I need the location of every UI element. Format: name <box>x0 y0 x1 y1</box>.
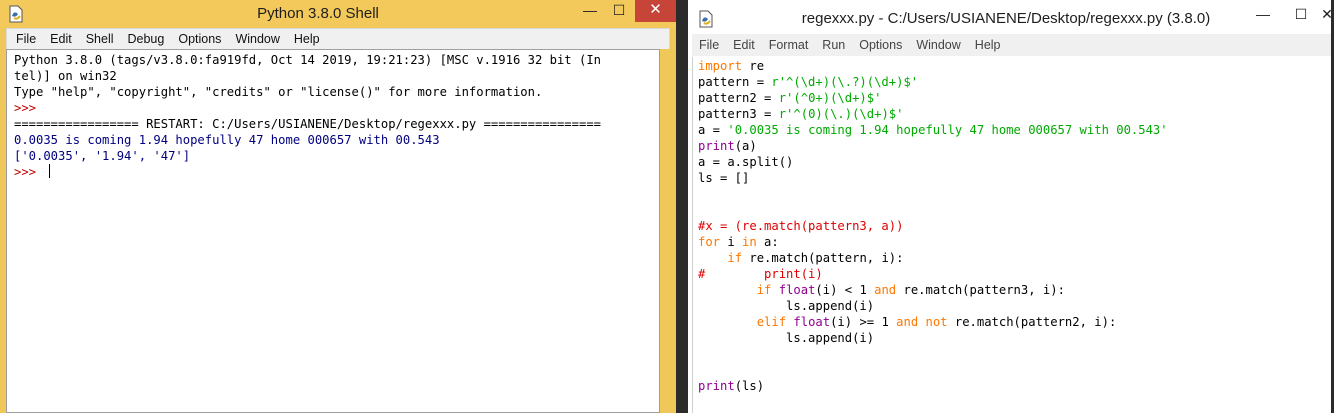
keyword: not <box>925 315 948 329</box>
menu-debug[interactable]: Debug <box>121 32 172 46</box>
editor-titlebar[interactable]: regexxx.py - C:/Users/USIANENE/Desktop/r… <box>688 0 1334 34</box>
string-literal: '0.0035 is coming 1.94 hopefully 47 home… <box>727 123 1168 137</box>
builtin: float <box>793 315 831 329</box>
code-text: re <box>742 59 765 73</box>
restart-line: ================= RESTART: C:/Users/USIA… <box>14 117 601 131</box>
builtin: print <box>698 379 735 393</box>
code-text: (a) <box>734 139 757 153</box>
window-gap <box>676 0 688 413</box>
keyword: import <box>698 59 743 73</box>
code-text: pattern = <box>698 75 772 89</box>
menu-options[interactable]: Options <box>852 38 909 52</box>
menu-window[interactable]: Window <box>909 38 967 52</box>
menu-edit[interactable]: Edit <box>43 32 79 46</box>
string-literal: r'^(0)(\.)(\d+)$' <box>778 107 904 121</box>
menu-file[interactable]: File <box>9 32 43 46</box>
menu-shell[interactable]: Shell <box>79 32 121 46</box>
code-text: ls.append(i) <box>698 299 875 313</box>
shell-window: Python 3.8.0 Shell — ☐ ✕ File Edit Shell… <box>0 0 676 413</box>
menu-options[interactable]: Options <box>171 32 228 46</box>
code-text: ls.append(i) <box>698 331 875 345</box>
code-text: (ls) <box>734 379 765 393</box>
code-text: a = a.split() <box>698 155 794 169</box>
code-text: a = <box>698 123 728 137</box>
editor-title: regexxx.py - C:/Users/USIANENE/Desktop/r… <box>801 10 1211 27</box>
menu-help[interactable]: Help <box>287 32 327 46</box>
minimize-button[interactable]: — <box>575 0 605 22</box>
code-text: ls = [] <box>698 171 750 185</box>
builtin: float <box>778 283 816 297</box>
code-text: (i) < 1 <box>815 283 875 297</box>
keyword: in <box>742 235 757 249</box>
maximize-button[interactable]: ☐ <box>1286 4 1316 26</box>
string-literal: r'^(\d+)(\.?)(\d+)$' <box>771 75 919 89</box>
shell-banner-line: Type "help", "copyright", "credits" or "… <box>14 85 543 99</box>
code-text: a: <box>756 235 779 249</box>
shell-titlebar[interactable]: Python 3.8.0 Shell — ☐ ✕ <box>0 0 676 28</box>
keyword: if <box>756 283 772 297</box>
menu-window[interactable]: Window <box>228 32 286 46</box>
keyword: for <box>698 235 721 249</box>
code-editor-area[interactable]: import re pattern = r'^(\d+)(\.?)(\d+)$'… <box>692 57 1334 413</box>
menu-help[interactable]: Help <box>968 38 1008 52</box>
menu-edit[interactable]: Edit <box>726 38 762 52</box>
code-text: pattern3 = <box>698 107 779 121</box>
minimize-button[interactable]: — <box>1248 4 1278 26</box>
comment: #x = (re.match(pattern3, a)) <box>698 219 904 233</box>
keyword: and <box>874 283 897 297</box>
code-text: pattern2 = <box>698 91 779 105</box>
menu-run[interactable]: Run <box>815 38 852 52</box>
keyword: if <box>727 251 743 265</box>
shell-banner-line: Python 3.8.0 (tags/v3.8.0:fa919fd, Oct 1… <box>14 53 601 67</box>
code-text: i <box>720 235 743 249</box>
close-button[interactable]: ✕ <box>635 0 676 22</box>
output-line: ['0.0035', '1.94', '47'] <box>14 149 191 163</box>
menu-format[interactable]: Format <box>762 38 816 52</box>
keyword: elif <box>756 315 787 329</box>
shell-banner-line: tel)] on win32 <box>14 69 117 83</box>
builtin: print <box>698 139 735 153</box>
shell-prompt: >>> <box>14 101 44 115</box>
keyword: and <box>896 315 919 329</box>
string-literal: r'(^0+)(\d+)$' <box>778 91 882 105</box>
code-text: re.match(pattern, i): <box>742 251 904 265</box>
menu-file[interactable]: File <box>692 38 726 52</box>
text-cursor <box>49 164 51 178</box>
comment: # print(i) <box>698 267 823 281</box>
code-text: (i) >= 1 <box>830 315 897 329</box>
code-text: re.match(pattern3, i): <box>896 283 1065 297</box>
code-text: re.match(pattern2, i): <box>947 315 1117 329</box>
shell-prompt: >>> <box>14 165 44 179</box>
output-line: 0.0035 is coming 1.94 hopefully 47 home … <box>14 133 440 147</box>
shell-text-area[interactable]: Python 3.8.0 (tags/v3.8.0:fa919fd, Oct 1… <box>6 49 660 413</box>
editor-window: regexxx.py - C:/Users/USIANENE/Desktop/r… <box>688 0 1334 413</box>
maximize-button[interactable]: ☐ <box>604 0 634 22</box>
shell-menubar: File Edit Shell Debug Options Window Hel… <box>6 28 670 49</box>
